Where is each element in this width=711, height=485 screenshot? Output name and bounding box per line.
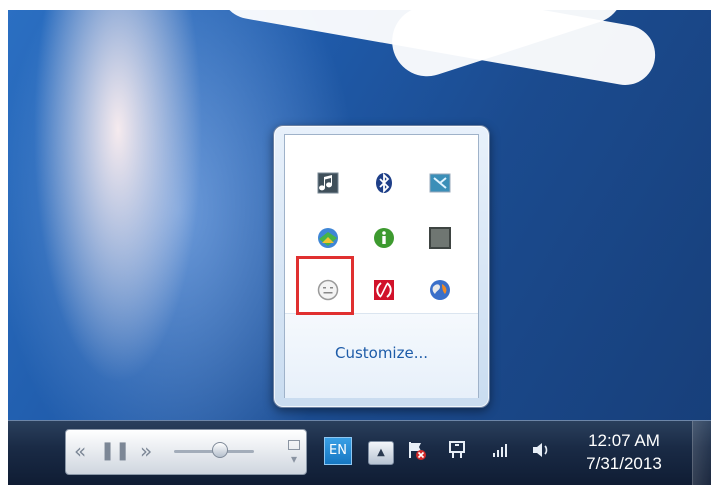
language-indicator[interactable]: EN <box>324 437 352 465</box>
bluetooth-icon[interactable] <box>371 170 397 196</box>
download-manager-icon[interactable] <box>315 225 341 251</box>
chevron-down-icon: ▾ <box>290 452 298 466</box>
remote-display-icon[interactable] <box>427 170 453 196</box>
taskbar-clock[interactable]: 12:07 AM 7/31/2013 <box>568 429 680 475</box>
previous-track-button[interactable]: « <box>74 438 86 464</box>
power-plug-icon[interactable] <box>446 439 468 461</box>
restore-icon <box>288 440 300 450</box>
media-player-toolbar: « ❚❚ » ▾ <box>65 429 307 475</box>
show-hidden-icons-button[interactable]: ▲ <box>368 441 394 465</box>
next-track-button[interactable]: » <box>140 438 152 464</box>
volume-slider-knob[interactable] <box>212 442 228 458</box>
highlight-box <box>296 256 354 315</box>
music-player-icon[interactable] <box>315 170 341 196</box>
action-center-icon[interactable] <box>406 439 428 461</box>
customize-link[interactable]: Customize... <box>285 344 478 362</box>
screen: Customize... « ❚❚ » ▾ EN ▲ 12:07 AM 7/31… <box>0 0 711 485</box>
taskbar: « ❚❚ » ▾ EN ▲ 12:07 AM 7/31/2013 <box>8 420 711 485</box>
network-signal-icon[interactable] <box>490 439 512 461</box>
show-desktop-button[interactable] <box>692 421 711 485</box>
volume-icon[interactable] <box>530 439 552 461</box>
restore-player-button[interactable]: ▾ <box>288 436 300 470</box>
info-icon[interactable] <box>371 225 397 251</box>
clock-time: 12:07 AM <box>588 431 660 450</box>
gray-square-icon[interactable] <box>427 225 453 251</box>
globe-network-icon[interactable] <box>427 277 453 303</box>
customize-area: Customize... <box>285 313 478 398</box>
clock-date: 7/31/2013 <box>586 454 662 473</box>
red-app-icon[interactable] <box>371 277 397 303</box>
pause-button[interactable]: ❚❚ <box>100 438 130 464</box>
